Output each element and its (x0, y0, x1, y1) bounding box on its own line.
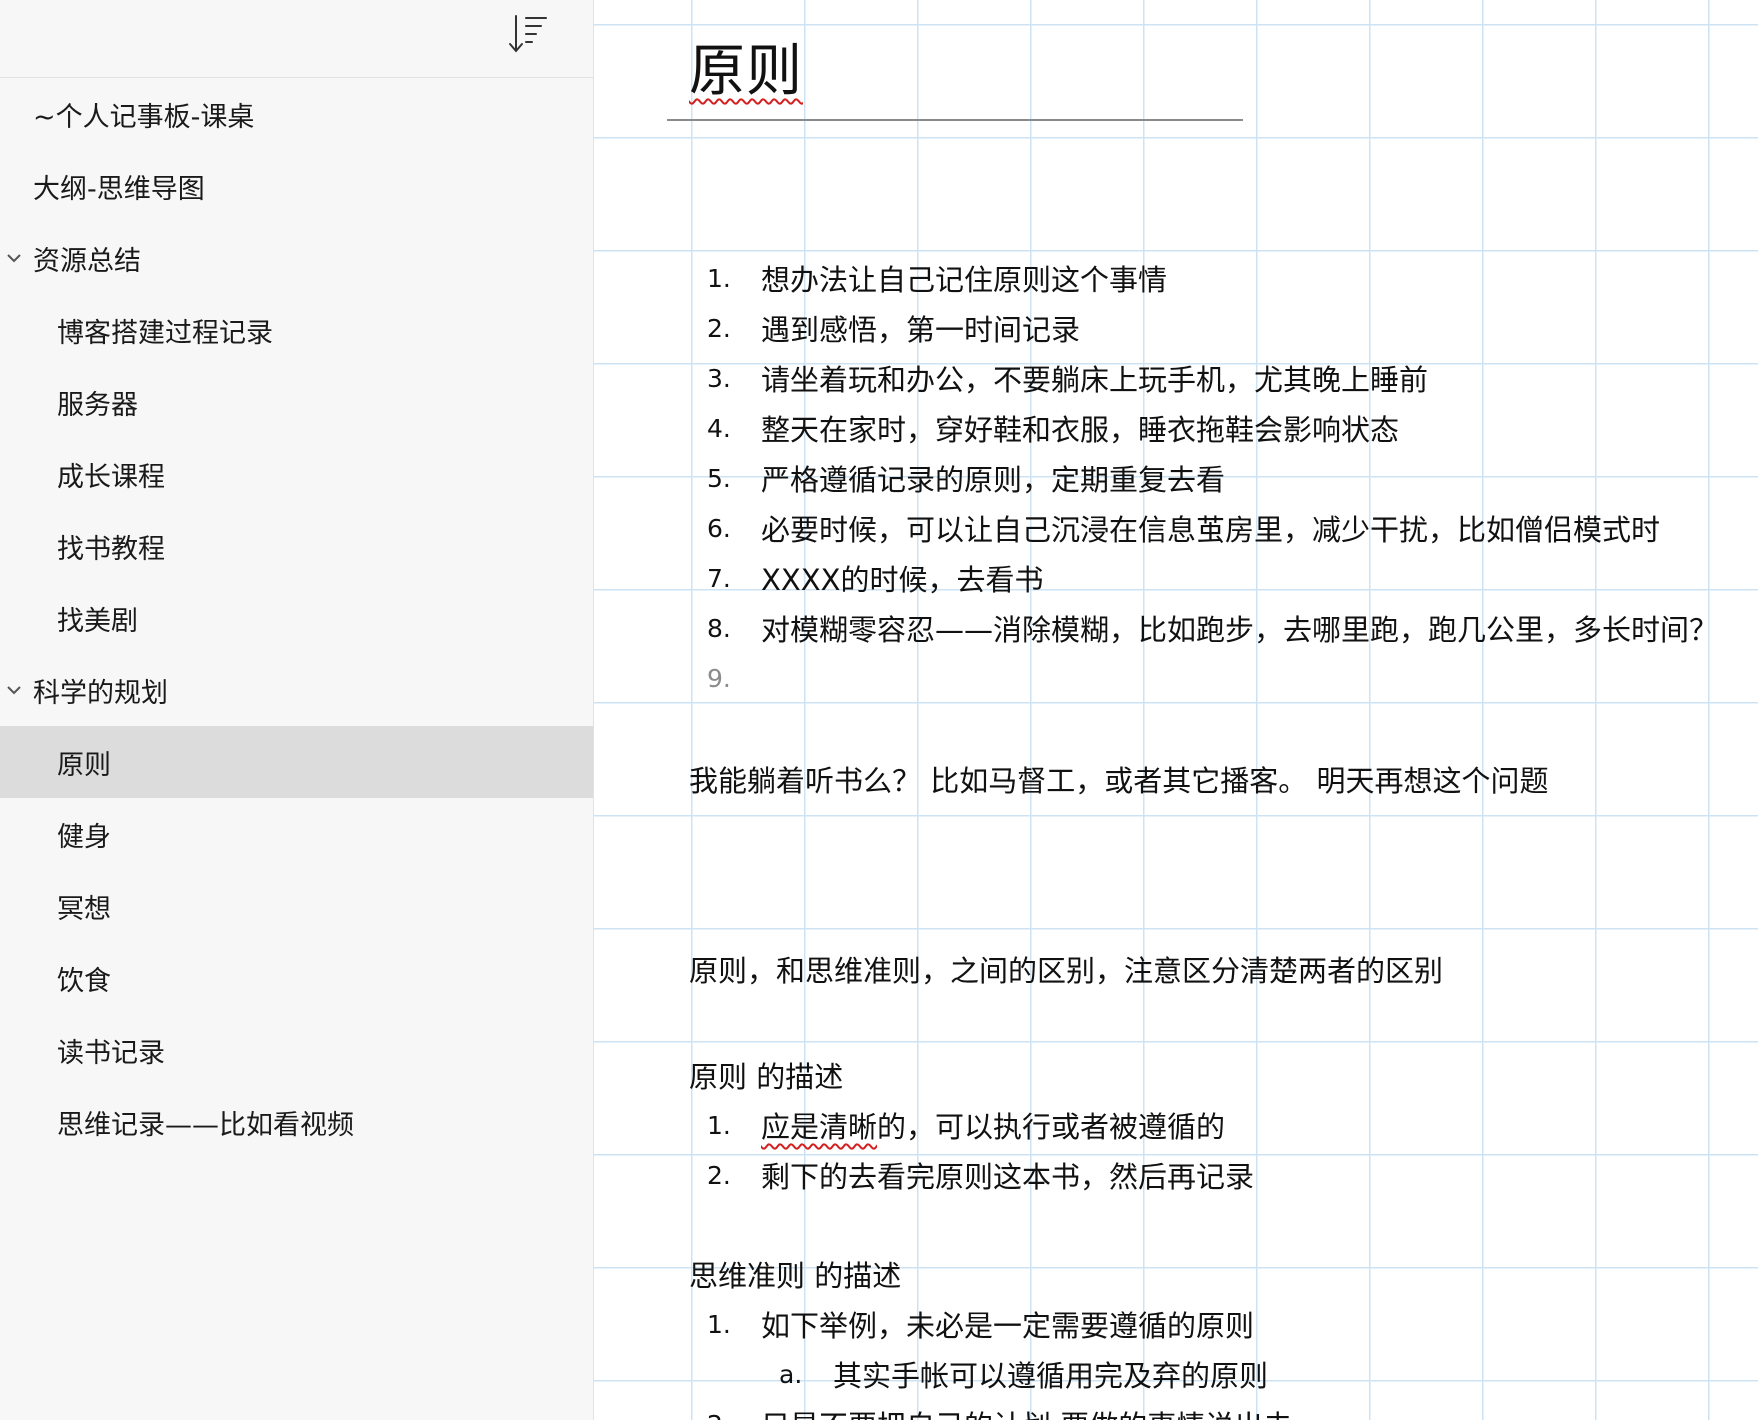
list-item-number: 2. (689, 1410, 761, 1420)
list-item: 1. 如下举例，未必是一定需要遵循的原则 (689, 1299, 1292, 1349)
principle-desc-section[interactable]: 原则 的描述 1. 应是清晰的，可以执行或者被遵循的 2. 剩下的去看完原则这本书，然… (689, 1050, 1254, 1200)
sidebar-header (0, 0, 593, 78)
list-item-number: 5. (707, 463, 731, 493)
sidebar-page-item[interactable]: 科学的规划 (0, 654, 593, 726)
list-item-text: 遇到感悟，第一时间记录 (761, 313, 1081, 347)
sidebar-page-label: 服务器 (57, 389, 138, 421)
principles-list: 1. 想办法让自己记住原则这个事情 2. 遇到感悟，第一时间记录 3. 请坐着玩和办公，不… (689, 253, 1718, 703)
list-item-text: XXXX的时候，去看书 (761, 563, 1044, 597)
spellcheck-underline: 应是清晰 (761, 1110, 878, 1144)
sort-descending-icon (509, 15, 547, 53)
list-item-text: 严格遵循记录的原则，定期重复去看 (761, 463, 1226, 497)
list-item-number: 1. (707, 1110, 731, 1140)
app-window: ~个人记事板-课桌 大纲-思维导图 资源总结博客搭建过程记录 服务器成长课程找书教程找… (0, 0, 1758, 1420)
list-item-text: 对模糊零容忍——消除模糊，比如跑步，去哪里跑，跑几公里，多长时间？ (761, 613, 1719, 647)
list-item: 5. 严格遵循记录的原则，定期重复去看 (689, 453, 1718, 503)
list-item-number: 7. (707, 563, 731, 593)
list-item-text: 请坐着玩和办公，不要躺床上玩手机，尤其晚上睡前 (761, 363, 1429, 397)
thinking-sub-item: a. 其实手帐可以遵循用完及弃的原则 (689, 1349, 1292, 1399)
sidebar-page-label: 冥想 (57, 893, 111, 925)
list-item-number: 8. (707, 613, 731, 643)
principles-list-block[interactable]: 1. 想办法让自己记住原则这个事情 2. 遇到感悟，第一时间记录 3. 请坐着玩和办公，不… (689, 253, 1718, 703)
list-item: 2. 只是不要把自己的计划 要做的事情说出去 (689, 1399, 1292, 1420)
list-item-text: 如下举例，未必是一定需要遵循的原则 (761, 1309, 1255, 1343)
sidebar-page-item[interactable]: 大纲-思维导图 (0, 150, 593, 222)
sort-pages-button[interactable] (508, 12, 552, 56)
note-canvas[interactable]: 原则 1. 想办法让自己记住原则这个事情 2. 遇到感悟，第一时间记录 3. 请坐着玩和办… (594, 0, 1758, 1420)
list-item-text: 只是不要把自己的计划 要做的事情说出去 (761, 1403, 1292, 1420)
list-item-number: 2. (707, 313, 731, 343)
sidebar-page-label: 找书教程 (57, 533, 165, 565)
list-item-number: 6. (707, 513, 731, 543)
page-title[interactable]: 原则 (689, 38, 803, 105)
question-note-text: 我能躺着听书么？ 比如马督工，或者其它播客。 明天再想这个问题 (689, 764, 1549, 798)
sidebar-page-label: 科学的规划 (33, 677, 168, 709)
sidebar-page-item[interactable]: ~个人记事板-课桌 (0, 78, 593, 150)
list-item: 4. 整天在家时，穿好鞋和衣服，睡衣拖鞋会影响状态 (689, 403, 1718, 453)
list-item: 2. 遇到感悟，第一时间记录 (689, 303, 1718, 353)
principle-desc-heading: 原则 的描述 (689, 1060, 844, 1094)
title-divider (667, 119, 1243, 121)
list-item-text: 应是清晰的，可以执行或者被遵循的 (761, 1110, 1226, 1144)
list-item-number: 1. (707, 1309, 731, 1339)
sidebar-page-label: 博客搭建过程记录 (57, 317, 273, 349)
sidebar-page-item[interactable]: 思维记录——比如看视频 (0, 1086, 593, 1158)
sidebar-page-item[interactable]: 找美剧 (0, 582, 593, 654)
list-item-text: 必要时候，可以让自己沉浸在信息茧房里，减少干扰，比如僧侣模式时 (761, 513, 1661, 547)
sidebar-page-item[interactable]: 饮食 (0, 942, 593, 1014)
sidebar-page-item[interactable]: 找书教程 (0, 510, 593, 582)
sidebar-page-item[interactable]: 读书记录 (0, 1014, 593, 1086)
sidebar-page-item[interactable]: 冥想 (0, 870, 593, 942)
list-item-text: 整天在家时，穿好鞋和衣服，睡衣拖鞋会影响状态 (761, 413, 1400, 447)
principle-desc-list: 1. 应是清晰的，可以执行或者被遵循的 2. 剩下的去看完原则这本书，然后再记录 (689, 1100, 1254, 1200)
sidebar-page-label: ~个人记事板-课桌 (33, 101, 255, 133)
list-item-number: a. (779, 1359, 803, 1389)
sidebar-page-label: 健身 (57, 821, 111, 853)
sidebar-page-item[interactable]: 健身 (0, 798, 593, 870)
sidebar-page-label: 资源总结 (33, 245, 141, 277)
list-item-number: 4. (707, 413, 731, 443)
sidebar-page-label: 思维记录——比如看视频 (57, 1109, 354, 1141)
list-item-text: 其实手帐可以遵循用完及弃的原则 (833, 1359, 1269, 1393)
thinking-desc-heading: 思维准则 的描述 (689, 1259, 902, 1293)
list-item: 2. 剩下的去看完原则这本书，然后再记录 (689, 1150, 1254, 1200)
list-item: 6. 必要时候，可以让自己沉浸在信息茧房里，减少干扰，比如僧侣模式时 (689, 503, 1718, 553)
list-item-number: 2. (707, 1160, 731, 1190)
sidebar-page-item[interactable]: 成长课程 (0, 438, 593, 510)
sidebar-page-label: 成长课程 (57, 461, 165, 493)
list-item-number: 3. (707, 363, 731, 393)
list-item: 9. (689, 653, 1718, 703)
list-item-text: 想办法让自己记住原则这个事情 (761, 263, 1168, 297)
list-item: 7. XXXX的时候，去看书 (689, 553, 1718, 603)
distinction-note-text: 原则，和思维准则，之间的区别，注意区分清楚两者的区别 (689, 954, 1444, 988)
sidebar-page-item[interactable]: 博客搭建过程记录 (0, 294, 593, 366)
sidebar-page-label: 原则 (57, 749, 111, 781)
list-item-text: 剩下的去看完原则这本书，然后再记录 (761, 1160, 1255, 1194)
page-sidebar: ~个人记事板-课桌 大纲-思维导图 资源总结博客搭建过程记录 服务器成长课程找书教程找… (0, 0, 594, 1420)
distinction-note[interactable]: 原则，和思维准则，之间的区别，注意区分清楚两者的区别 (689, 948, 1443, 990)
question-note[interactable]: 我能躺着听书么？ 比如马督工，或者其它播客。 明天再想这个问题 (689, 758, 1548, 800)
chevron-down-icon[interactable] (4, 248, 24, 268)
list-item-number: 1. (707, 263, 731, 293)
list-item: 1. 应是清晰的，可以执行或者被遵循的 (689, 1100, 1254, 1150)
sidebar-page-label: 饮食 (57, 965, 111, 997)
sidebar-page-label: 读书记录 (57, 1037, 165, 1069)
sidebar-page-label: 大纲-思维导图 (33, 173, 205, 205)
list-item: 3. 请坐着玩和办公，不要躺床上玩手机，尤其晚上睡前 (689, 353, 1718, 403)
sidebar-page-item[interactable]: 服务器 (0, 366, 593, 438)
chevron-down-icon[interactable] (4, 680, 24, 700)
page-title-text: 原则 (689, 39, 803, 104)
list-item-number: 9. (707, 663, 731, 693)
thinking-desc-list-continued: 2. 只是不要把自己的计划 要做的事情说出去 (689, 1399, 1292, 1420)
page-list: ~个人记事板-课桌 大纲-思维导图 资源总结博客搭建过程记录 服务器成长课程找书教程找… (0, 78, 593, 1158)
sidebar-page-item[interactable]: 资源总结 (0, 222, 593, 294)
sidebar-page-item[interactable]: 原则 (0, 726, 593, 798)
thinking-desc-list: 1. 如下举例，未必是一定需要遵循的原则 (689, 1299, 1292, 1349)
sidebar-page-label: 找美剧 (57, 605, 138, 637)
list-item: 8. 对模糊零容忍——消除模糊，比如跑步，去哪里跑，跑几公里，多长时间？ (689, 603, 1718, 653)
thinking-desc-section[interactable]: 思维准则 的描述 1. 如下举例，未必是一定需要遵循的原则 a. 其实手帐可以遵循… (689, 1249, 1292, 1420)
list-item: 1. 想办法让自己记住原则这个事情 (689, 253, 1718, 303)
